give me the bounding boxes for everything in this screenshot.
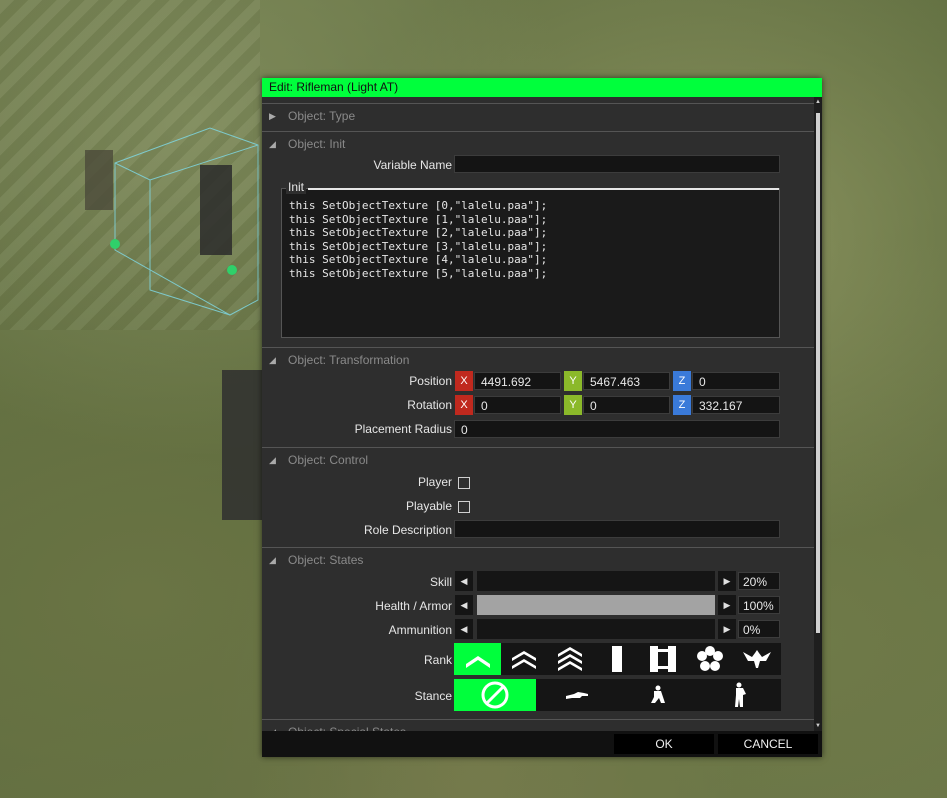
collapse-arrow-icon: ◢ bbox=[269, 139, 276, 149]
dialog-footer: OK CANCEL bbox=[262, 731, 822, 757]
rotation-label: Rotation bbox=[407, 398, 452, 412]
rank-private-button[interactable] bbox=[454, 643, 501, 675]
init-code-box[interactable]: Init this SetObjectTexture [0,"lalelu.pa… bbox=[281, 180, 780, 338]
section-header-init[interactable]: ◢ Object: Init bbox=[262, 131, 814, 156]
colonel-icon bbox=[743, 650, 771, 668]
soldier-figure bbox=[85, 150, 113, 210]
section-header-type[interactable]: ▶ Object: Type bbox=[262, 103, 814, 128]
placement-radius-label: Placement Radius bbox=[354, 422, 452, 436]
collapse-arrow-icon: ◢ bbox=[269, 555, 276, 565]
section-header-states[interactable]: ◢ Object: States bbox=[262, 547, 814, 572]
section-header-control[interactable]: ◢ Object: Control bbox=[262, 447, 814, 472]
stance-label: Stance bbox=[414, 689, 452, 703]
lieutenant-icon bbox=[611, 646, 622, 672]
stance-prone-button[interactable] bbox=[536, 679, 617, 711]
axis-z-label: Z bbox=[673, 395, 691, 415]
position-z-input[interactable]: 0 bbox=[692, 372, 780, 390]
corporal-icon bbox=[512, 651, 536, 669]
expand-arrow-icon: ▶ bbox=[269, 111, 276, 121]
rank-sergeant-button[interactable] bbox=[547, 643, 593, 675]
playable-checkbox[interactable] bbox=[458, 501, 470, 513]
rank-label: Rank bbox=[423, 653, 452, 667]
axis-z-label: Z bbox=[673, 371, 691, 391]
health-slider-fill bbox=[477, 595, 715, 615]
dialog-title: Edit: Rifleman (Light AT) bbox=[262, 78, 822, 97]
stand-icon bbox=[735, 682, 746, 707]
playable-label: Playable bbox=[405, 499, 452, 513]
init-label: Init bbox=[286, 180, 307, 194]
cancel-button[interactable]: CANCEL bbox=[718, 734, 818, 754]
captain-icon bbox=[650, 646, 676, 672]
rotation-y-input[interactable]: 0 bbox=[583, 396, 670, 414]
scrollbar-thumb[interactable] bbox=[816, 113, 820, 633]
stance-crouch-button[interactable] bbox=[617, 679, 699, 711]
collapse-arrow-icon: ◢ bbox=[269, 455, 276, 465]
variable-name-input[interactable] bbox=[454, 155, 780, 173]
axis-x-label: X bbox=[455, 395, 473, 415]
placement-radius-input[interactable]: 0 bbox=[454, 420, 780, 438]
dialog-scrollbar[interactable]: ▲ ▼ bbox=[814, 97, 822, 731]
skill-value[interactable]: 20% bbox=[738, 572, 780, 590]
sergeant-icon bbox=[558, 647, 582, 671]
edit-unit-dialog: Edit: Rifleman (Light AT) ▶ Object: Type… bbox=[262, 78, 822, 757]
ammunition-value[interactable]: 0% bbox=[738, 620, 780, 638]
scroll-up-icon[interactable]: ▲ bbox=[815, 99, 821, 105]
axis-y-label: Y bbox=[564, 395, 582, 415]
major-icon bbox=[696, 646, 723, 671]
rank-lieutenant-button[interactable] bbox=[593, 643, 640, 675]
skill-increase-icon[interactable]: ▶ bbox=[718, 571, 736, 591]
axis-x-label: X bbox=[455, 371, 473, 391]
init-code[interactable]: this SetObjectTexture [0,"lalelu.paa"]; … bbox=[289, 199, 547, 281]
crouch-icon bbox=[651, 685, 665, 703]
section-header-special-states[interactable]: ◢ Object: Special States bbox=[262, 719, 814, 731]
soldier-figure bbox=[200, 165, 232, 255]
ammunition-decrease-icon[interactable]: ◀ bbox=[455, 619, 473, 639]
ammunition-slider[interactable] bbox=[477, 619, 715, 639]
ammunition-label: Ammunition bbox=[388, 623, 452, 637]
player-checkbox[interactable] bbox=[458, 477, 470, 489]
health-increase-icon[interactable]: ▶ bbox=[718, 595, 736, 615]
ammunition-increase-icon[interactable]: ▶ bbox=[718, 619, 736, 639]
health-decrease-icon[interactable]: ◀ bbox=[455, 595, 473, 615]
dialog-content: ▶ Object: Type ◢ Object: Init Variable N… bbox=[262, 97, 814, 731]
rotation-z-input[interactable]: 332.167 bbox=[692, 396, 780, 414]
skill-slider[interactable] bbox=[477, 571, 715, 591]
health-value[interactable]: 100% bbox=[738, 596, 780, 614]
section-header-transformation[interactable]: ◢ Object: Transformation bbox=[262, 347, 814, 372]
variable-name-label: Variable Name bbox=[373, 158, 452, 172]
rotation-x-input[interactable]: 0 bbox=[474, 396, 561, 414]
unit-marker-icon[interactable] bbox=[227, 265, 237, 275]
skill-decrease-icon[interactable]: ◀ bbox=[455, 571, 473, 591]
auto-stance-icon bbox=[481, 681, 509, 709]
skill-label: Skill bbox=[429, 575, 452, 589]
unit-marker-icon[interactable] bbox=[110, 239, 120, 249]
rank-colonel-button[interactable] bbox=[733, 643, 781, 675]
position-y-input[interactable]: 5467.463 bbox=[583, 372, 670, 390]
position-x-input[interactable]: 4491.692 bbox=[474, 372, 561, 390]
health-slider[interactable] bbox=[477, 595, 715, 615]
private-icon bbox=[465, 656, 490, 668]
player-label: Player bbox=[417, 475, 452, 489]
scroll-down-icon[interactable]: ▼ bbox=[815, 723, 821, 729]
prone-icon bbox=[565, 692, 588, 699]
ok-button[interactable]: OK bbox=[614, 734, 714, 754]
stance-selector bbox=[454, 679, 781, 711]
role-description-label: Role Description bbox=[363, 523, 452, 537]
stance-auto-button[interactable] bbox=[454, 679, 536, 711]
role-description-input[interactable] bbox=[454, 520, 780, 538]
soldier-figure bbox=[222, 370, 262, 520]
health-label: Health / Armor bbox=[375, 599, 452, 613]
rank-selector bbox=[454, 643, 781, 675]
collapse-arrow-icon: ◢ bbox=[269, 355, 276, 365]
rank-captain-button[interactable] bbox=[640, 643, 686, 675]
stance-stand-button[interactable] bbox=[699, 679, 781, 711]
rank-corporal-button[interactable] bbox=[501, 643, 547, 675]
collapse-arrow-icon: ◢ bbox=[269, 720, 276, 731]
selection-box bbox=[85, 127, 259, 316]
axis-y-label: Y bbox=[564, 371, 582, 391]
position-label: Position bbox=[409, 374, 452, 388]
rank-major-button[interactable] bbox=[686, 643, 733, 675]
